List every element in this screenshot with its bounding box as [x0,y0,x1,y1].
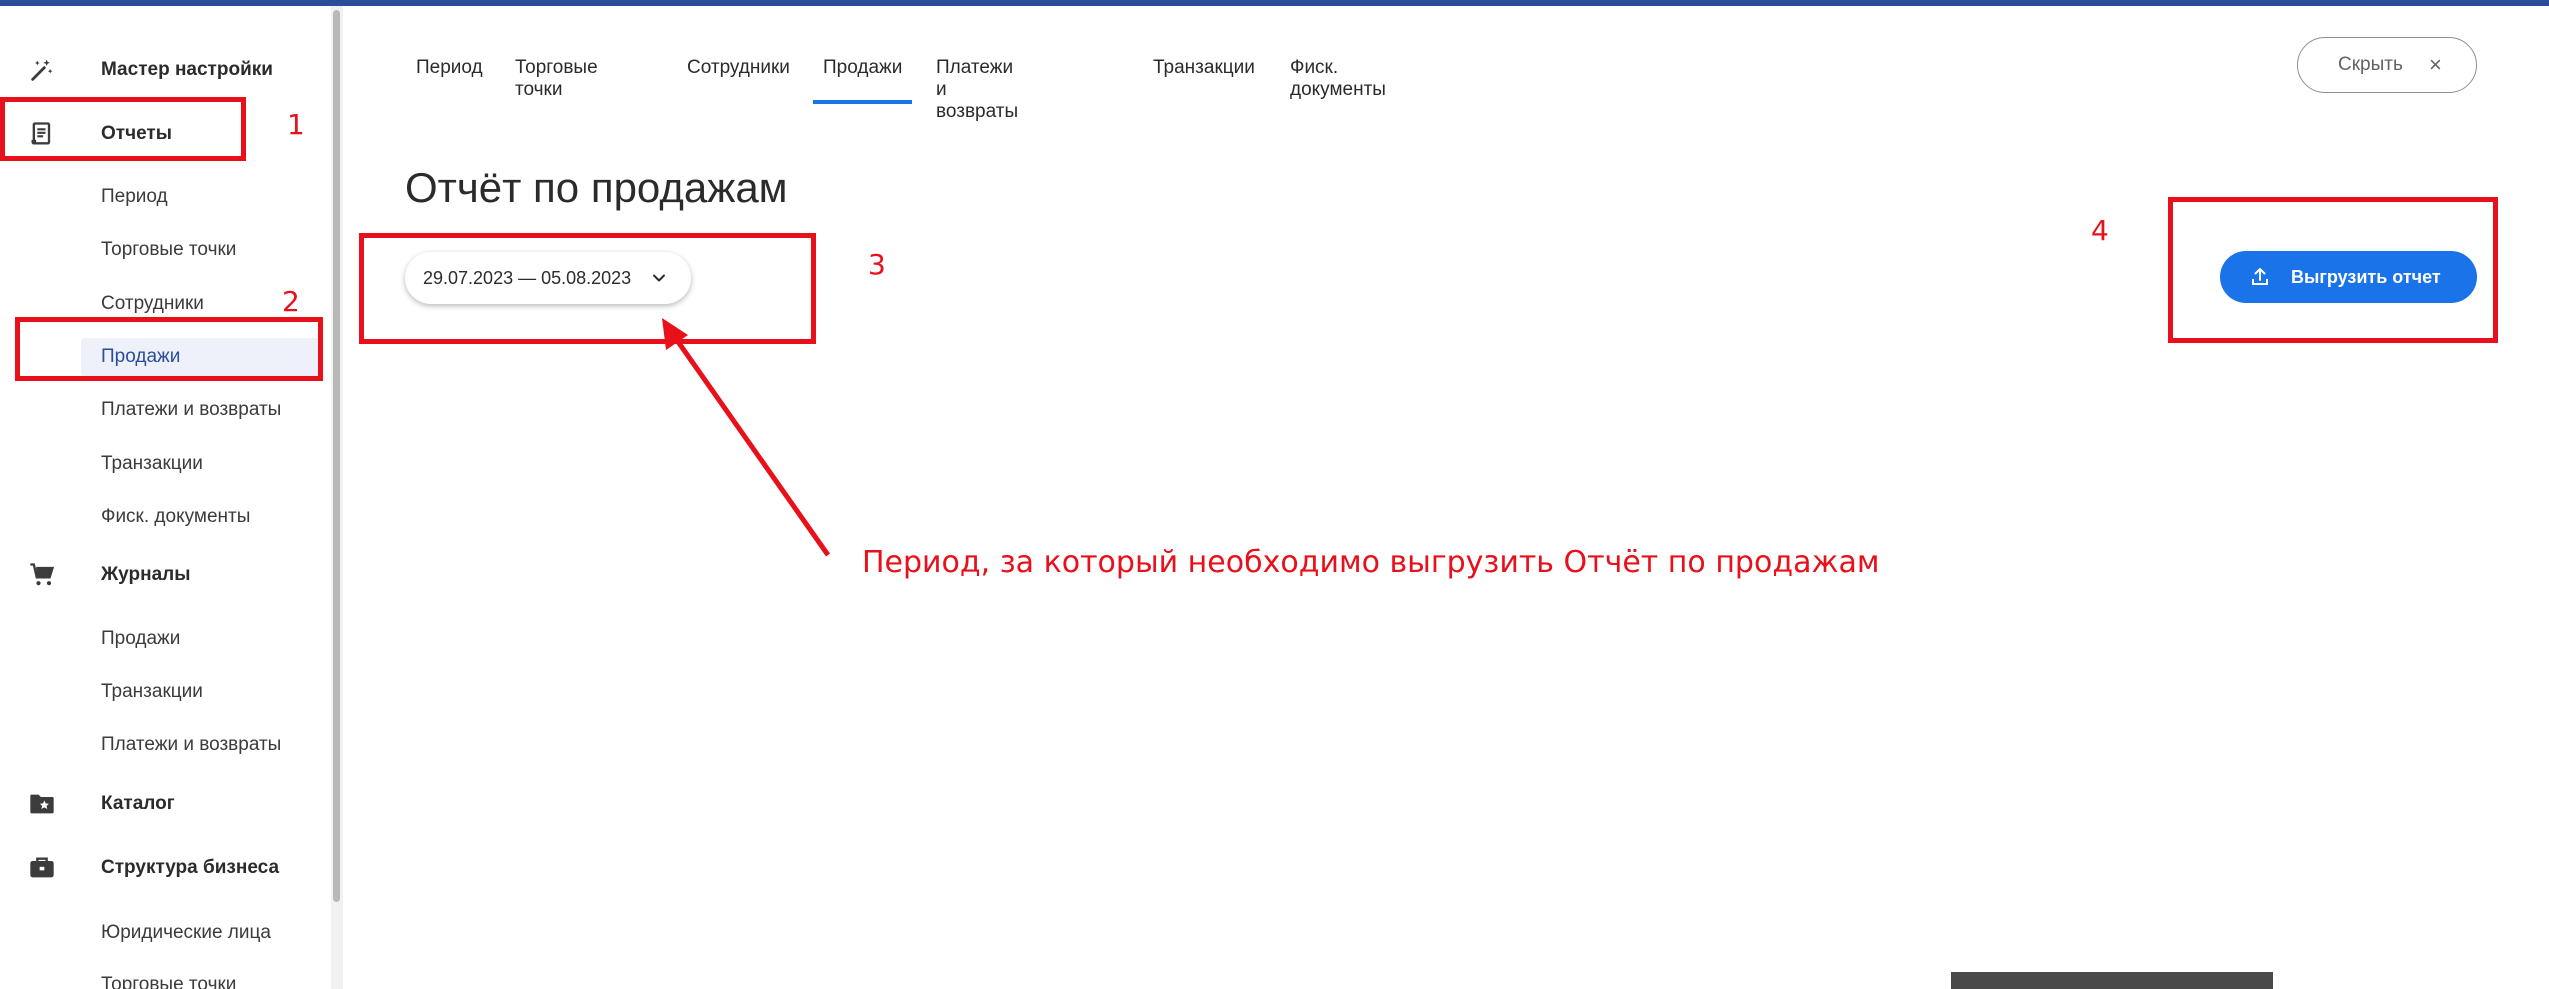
sidebar-item-business-structure[interactable]: Структура бизнеса [0,848,330,888]
annotation-box-3 [359,233,816,344]
tab-sales[interactable]: Продажи [813,40,913,104]
sidebar-item-label: Структура бизнеса [101,857,280,878]
sidebar-subitem-journal-transactions[interactable]: Транзакции [81,673,321,711]
tab-label: Транзакции [1153,57,1255,78]
tab-label: Торговые точки [515,57,598,100]
annotation-text: Период, за который необходимо выгрузить … [862,545,1880,580]
annotation-label-3: 3 [868,248,886,281]
sidebar-item-catalog[interactable]: Каталог [0,784,330,824]
sidebar-subitem-journal-sales[interactable]: Продажи [81,620,321,658]
sidebar-item-label: Мастер настройки [101,59,273,80]
sidebar-subitem-outlets[interactable]: Торговые точки [81,231,321,269]
sidebar-subitem-period[interactable]: Период [81,178,321,216]
top-accent-bar [0,0,2549,6]
cart-icon [26,559,58,591]
sidebar-item-journals[interactable]: Журналы [0,555,330,595]
sidebar-subitem-label: Продажи [101,628,181,649]
sidebar-item-label: Каталог [101,793,175,814]
tab-label: Платежи и возвраты [936,57,1019,122]
tab-label: Период [416,57,483,78]
sidebar-subitem-payments-returns[interactable]: Платежи и возвраты [81,391,321,429]
sidebar-subitem-business-outlets[interactable]: Торговые точки [81,966,321,989]
sidebar-item-label: Журналы [101,564,191,585]
sidebar-subitem-fiscal-docs[interactable]: Фиск. документы [81,498,321,536]
annotation-label-2: 2 [282,285,300,318]
sidebar-subitem-label: Торговые точки [101,974,237,989]
annotation-label-1: 1 [287,108,305,141]
sidebar-subitem-label: Платежи и возвраты [101,734,282,755]
annotation-box-1 [0,97,246,161]
sidebar-subitem-label: Юридические лица [101,922,271,943]
sidebar-subitem-label: Фиск. документы [101,506,251,527]
sidebar-subitem-journal-payments[interactable]: Платежи и возвраты [81,726,321,764]
sidebar-subitem-label: Транзакции [101,681,203,702]
tab-label: Сотрудники [687,57,790,78]
briefcase-icon [26,852,58,884]
sidebar-scrollbar-thumb[interactable] [333,10,340,902]
hide-button[interactable]: Скрыть × [2297,37,2477,93]
tab-outlets[interactable]: Торговые точки [515,40,598,104]
sidebar-item-setup-wizard[interactable]: Мастер настройки [0,50,330,90]
sidebar-subitem-legal-entities[interactable]: Юридические лица [81,914,321,952]
tab-transactions[interactable]: Транзакции [1153,40,1255,104]
sidebar-subitem-label: Транзакции [101,453,203,474]
star-folder-icon [26,788,58,820]
hide-button-label: Скрыть [2338,54,2403,75]
annotation-arrow [662,318,831,557]
close-icon: × [2429,52,2442,77]
annotation-box-4 [2168,197,2498,343]
sidebar-subitem-transactions[interactable]: Транзакции [81,445,321,483]
annotation-label-4: 4 [2091,214,2109,247]
magic-wand-icon [26,54,58,86]
annotation-box-2 [15,317,323,381]
tab-period[interactable]: Период [416,40,483,104]
page-title: Отчёт по продажам [405,164,788,211]
tab-payments-returns[interactable]: Платежи и возвраты [936,40,1018,122]
tab-fiscal-docs[interactable]: Фиск. документы [1290,40,1386,104]
sidebar-subitem-label: Торговые точки [101,239,237,260]
tab-label: Продажи [823,57,903,78]
tab-label: Фиск. документы [1290,57,1386,100]
tab-employees[interactable]: Сотрудники [687,40,790,104]
bottom-overlay-bar [1951,972,2273,989]
sidebar-subitem-label: Период [101,186,168,207]
sidebar-subitem-label: Платежи и возвраты [101,399,282,420]
sidebar-subitem-label: Сотрудники [101,293,204,314]
